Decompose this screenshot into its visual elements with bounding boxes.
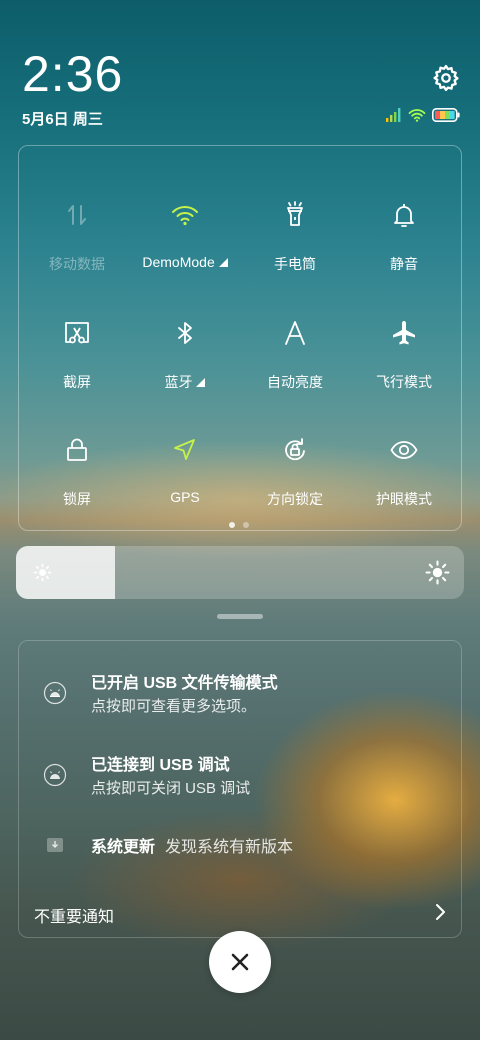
bell-icon <box>394 204 414 227</box>
brightness-fill <box>16 546 115 599</box>
android-icon <box>43 681 67 705</box>
tile-label: 自动亮度 <box>267 374 323 390</box>
brightness-low-icon <box>33 563 52 582</box>
more-triangle-icon <box>196 378 206 387</box>
tile-rotation-lock[interactable]: 方向锁定 <box>240 395 350 507</box>
tile-label: 锁屏 <box>63 491 91 507</box>
drag-handle[interactable] <box>217 614 263 619</box>
tile-mobile-data[interactable]: 移动数据 <box>22 160 132 272</box>
tile-bluetooth[interactable]: 蓝牙 <box>130 278 240 390</box>
notification-title: 系统更新 <box>91 839 156 856</box>
settings-gear-icon[interactable] <box>432 64 460 92</box>
tile-label: 护眼模式 <box>376 491 432 507</box>
quick-settings-panel: 移动数据 DemoMode 手电筒 静音 截屏 蓝牙 自动亮度 飞行模式 锁屏 … <box>18 145 462 531</box>
chevron-right-icon[interactable] <box>432 902 448 922</box>
close-icon <box>231 953 249 971</box>
tile-label: 移动数据 <box>49 256 105 272</box>
unimportant-notifications-label[interactable]: 不重要通知 <box>34 903 114 927</box>
bluetooth-icon <box>178 322 192 344</box>
tile-label: GPS <box>170 489 200 505</box>
wifi-status-icon <box>408 109 426 122</box>
tile-label: 静音 <box>390 256 418 272</box>
notification-title: 已连接到 USB 调试 <box>91 757 230 774</box>
wifi-icon <box>172 206 198 226</box>
brightness-slider[interactable] <box>16 546 464 599</box>
notification-title: 已开启 USB 文件传输模式 <box>91 675 278 692</box>
update-icon <box>47 838 63 852</box>
notification-panel: 已开启 USB 文件传输模式 点按即可查看更多选项。 已连接到 USB 调试 点… <box>18 640 462 938</box>
tile-label: 方向锁定 <box>267 491 323 507</box>
signal-strength-icon <box>386 108 401 122</box>
notification-subtitle: 点按即可关闭 USB 调试 <box>91 780 251 797</box>
mobile-data-icon <box>68 205 86 225</box>
notification-subtitle: 点按即可查看更多选项。 <box>91 698 257 715</box>
clear-all-button[interactable] <box>209 931 271 993</box>
auto-brightness-icon <box>285 321 305 345</box>
tile-flashlight[interactable]: 手电筒 <box>240 160 350 272</box>
tile-label: 蓝牙 <box>130 372 240 392</box>
location-icon <box>174 439 195 460</box>
notification-item-system-update[interactable]: 系统更新 发现系统有新版本 <box>19 827 463 863</box>
eye-icon <box>390 441 418 459</box>
tile-label: 飞行模式 <box>376 374 432 390</box>
tile-screenshot[interactable]: 截屏 <box>22 278 132 390</box>
date-label: 5月6日 周三 <box>22 111 103 128</box>
tile-gps[interactable]: GPS <box>130 395 240 505</box>
tile-auto-brightness[interactable]: 自动亮度 <box>240 278 350 390</box>
tile-silent[interactable]: 静音 <box>349 160 459 272</box>
notification-item-usb-transfer[interactable]: 已开启 USB 文件传输模式 点按即可查看更多选项。 <box>19 665 463 725</box>
page-indicator <box>229 522 249 528</box>
status-bar-icons <box>386 108 460 122</box>
page-dot-active <box>229 522 235 528</box>
brightness-high-icon <box>425 560 450 585</box>
tile-label-text: DemoMode <box>142 254 215 270</box>
tile-label-text: 蓝牙 <box>164 374 193 390</box>
tile-eye-care[interactable]: 护眼模式 <box>349 395 459 507</box>
notification-item-usb-debug[interactable]: 已连接到 USB 调试 点按即可关闭 USB 调试 <box>19 747 463 807</box>
more-triangle-icon <box>218 258 228 267</box>
android-icon <box>43 763 67 787</box>
tile-wifi[interactable]: DemoMode <box>130 160 240 270</box>
tile-label: DemoMode <box>130 254 240 270</box>
battery-icon <box>432 108 460 122</box>
notification-inline: 系统更新 发现系统有新版本 <box>91 833 293 857</box>
tile-lock-screen[interactable]: 锁屏 <box>22 395 132 507</box>
airplane-icon <box>393 321 415 345</box>
tile-label: 手电筒 <box>274 256 316 272</box>
page-dot <box>243 522 249 528</box>
flashlight-icon <box>287 201 303 226</box>
screenshot-icon <box>65 322 89 344</box>
lock-icon <box>67 438 87 461</box>
notification-subtitle: 发现系统有新版本 <box>165 839 294 856</box>
tile-label: 截屏 <box>63 374 91 390</box>
tile-airplane-mode[interactable]: 飞行模式 <box>349 278 459 390</box>
clock-time: 2:36 <box>22 46 124 102</box>
rotation-lock-icon <box>285 438 305 461</box>
